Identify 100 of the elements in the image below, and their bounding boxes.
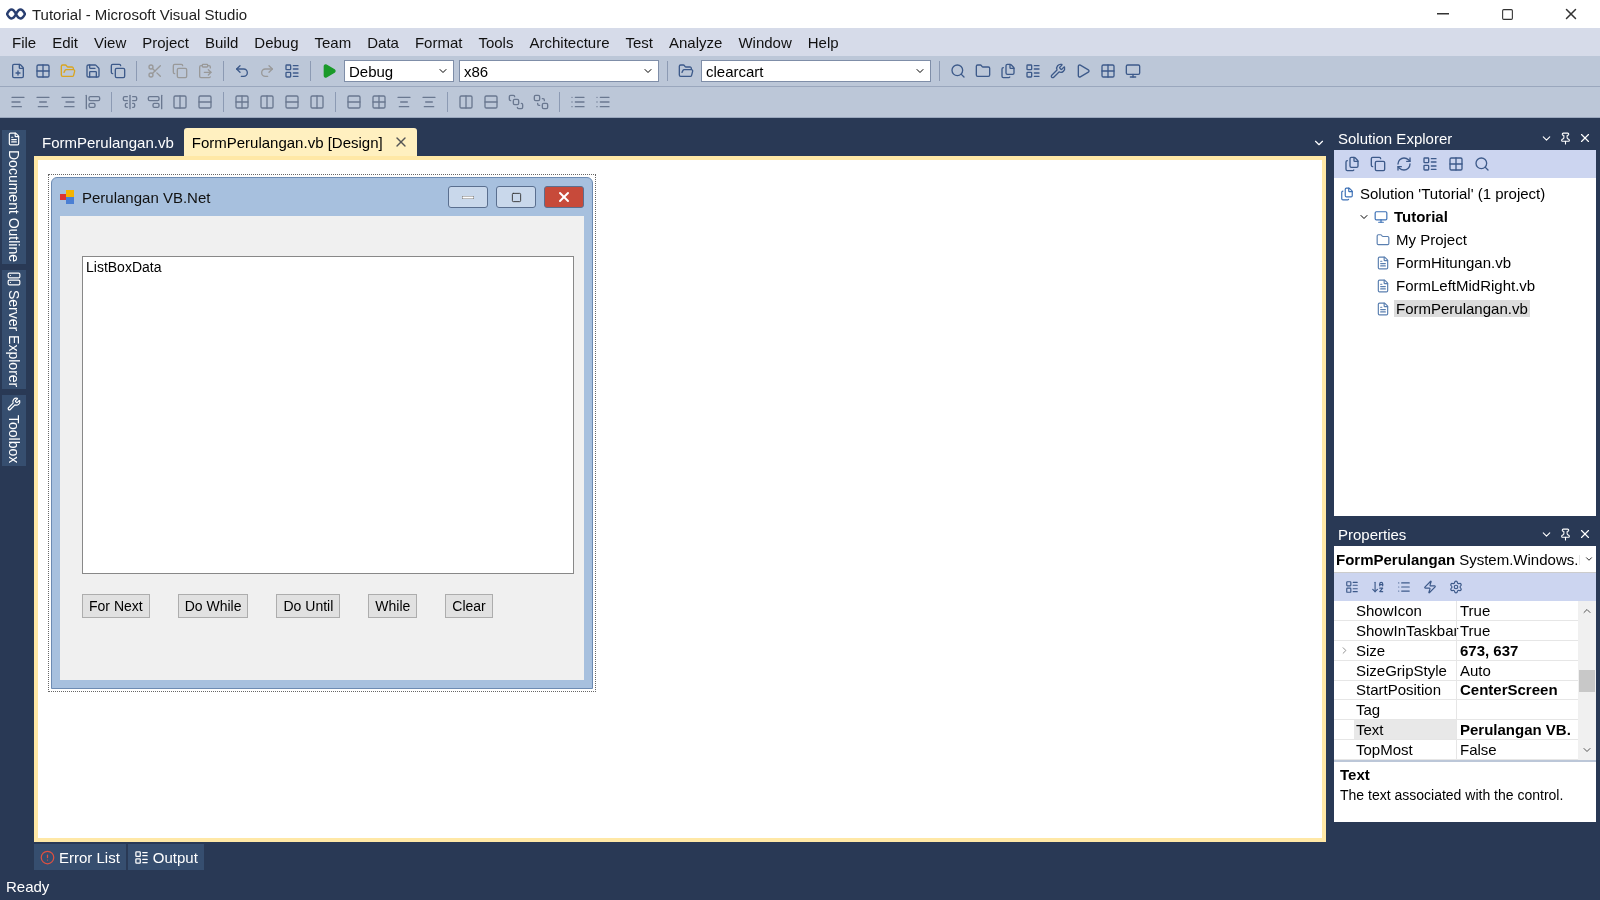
close-icon[interactable] (1578, 131, 1592, 145)
layout-icon[interactable] (170, 92, 190, 112)
toolbar-icon[interactable] (1048, 61, 1068, 81)
scroll-bar[interactable] (1578, 601, 1596, 760)
description-text: The text associated with the control. (1340, 787, 1565, 803)
menu-item[interactable]: Tools (470, 33, 522, 51)
menu-item[interactable]: Help (799, 33, 847, 51)
property-name[interactable]: SizeGripStyle (1354, 660, 1456, 680)
description-title: Text (1340, 766, 1371, 783)
menu-item[interactable]: Analyze (661, 33, 731, 51)
toolbar-icon[interactable] (1023, 61, 1043, 81)
toolbar-icon[interactable] (1123, 61, 1143, 81)
layout-icon[interactable] (531, 92, 551, 112)
wrench-icon (7, 397, 21, 412)
layout-icon[interactable] (120, 92, 140, 112)
layout-icon[interactable] (195, 92, 215, 112)
layout-icon[interactable] (257, 92, 277, 112)
menu-item[interactable]: Test (617, 33, 661, 51)
menu-item[interactable]: File (4, 33, 45, 51)
property-name[interactable]: Text (1354, 720, 1456, 740)
list-box[interactable]: ListBoxData (82, 256, 574, 574)
document-icon (7, 132, 21, 146)
close-icon (556, 189, 572, 205)
save-all-icon[interactable] (108, 61, 128, 81)
configuration-dropdown[interactable]: Debug (344, 60, 454, 82)
close-icon[interactable] (1578, 527, 1592, 541)
menu-item[interactable]: Edit (44, 33, 87, 51)
menu-item[interactable]: Project (134, 33, 197, 51)
navigate-icon[interactable] (282, 61, 302, 81)
project-icon (1374, 209, 1388, 224)
solution-icon (1340, 186, 1354, 201)
document-tab[interactable]: FormPerulangan.vb (34, 128, 182, 156)
toolbar-icon[interactable] (998, 61, 1018, 81)
tab-label[interactable]: Output (152, 848, 198, 866)
add-item-icon[interactable] (33, 61, 53, 81)
menu-item[interactable]: Architecture (521, 33, 618, 51)
layout-icon[interactable] (83, 92, 103, 112)
property-name[interactable]: TopMost (1354, 740, 1456, 759)
tree-item[interactable]: Tutorial (1392, 208, 1450, 225)
form-button[interactable]: Clear (445, 594, 493, 618)
error-icon (40, 849, 55, 865)
form-button[interactable]: While (368, 594, 418, 618)
layout-icon[interactable] (145, 92, 165, 112)
tree-item[interactable]: Solution 'Tutorial' (1 project) (1358, 185, 1548, 202)
tab-label[interactable]: Error List (59, 848, 120, 866)
toolbar-icon[interactable] (1368, 154, 1388, 174)
form-title: Perulangan VB.Net (82, 188, 212, 206)
maximize-icon (510, 191, 522, 203)
menu-item[interactable]: Team (306, 33, 360, 51)
menu-item[interactable]: Format (406, 33, 471, 51)
pin-icon[interactable] (1559, 527, 1572, 541)
menu-item[interactable]: Debug (246, 33, 307, 51)
layout-icon[interactable] (481, 92, 501, 112)
toolbar-icon[interactable] (1098, 61, 1118, 81)
platform-dropdown[interactable]: x86 (459, 60, 659, 82)
property-name[interactable]: ShowIcon (1354, 601, 1456, 620)
property-name[interactable]: Size (1354, 640, 1456, 660)
layout-icon[interactable] (282, 92, 302, 112)
form-button[interactable]: Do Until (276, 594, 341, 618)
tree-item[interactable]: FormHitungan.vb (1394, 254, 1514, 271)
folder-icon (1376, 232, 1390, 247)
maximize-button[interactable] (496, 186, 536, 208)
bottom-tab[interactable]: Error List (34, 844, 126, 870)
minimize-icon (1437, 13, 1449, 15)
form-button[interactable]: For Next (82, 594, 150, 618)
layout-icon[interactable] (307, 92, 327, 112)
toolbar-icon[interactable] (1446, 154, 1466, 174)
layout-icon[interactable] (344, 92, 364, 112)
layout-icon[interactable] (369, 92, 389, 112)
menu-item[interactable]: Build (196, 33, 247, 51)
layout-icon[interactable] (506, 92, 526, 112)
tree-item[interactable]: FormLeftMidRight.vb (1394, 277, 1538, 294)
menu-item[interactable]: Window (730, 33, 800, 51)
server-icon (7, 272, 21, 287)
layout-icon[interactable] (456, 92, 476, 112)
panel-title: Properties (1338, 525, 1408, 543)
save-icon[interactable] (83, 61, 103, 81)
toolbar-icon[interactable] (1420, 154, 1440, 174)
minimize-button[interactable] (448, 186, 488, 208)
menu-item[interactable]: View (86, 33, 135, 51)
layout-icon[interactable] (232, 92, 252, 112)
window-title: Tutorial - Microsoft Visual Studio (32, 5, 249, 23)
restore-icon (1500, 7, 1514, 21)
app-logo-icon (6, 8, 26, 20)
tree-item[interactable]: My Project (1394, 231, 1469, 248)
output-icon (133, 849, 149, 865)
document-tab[interactable]: FormPerulangan.vb [Design] (183, 128, 417, 156)
property-name[interactable]: Tag (1354, 700, 1456, 720)
pin-icon[interactable] (1559, 131, 1572, 145)
find-dropdown[interactable]: clearcart (701, 60, 931, 82)
caret-icon (1584, 554, 1594, 564)
tree-item[interactable]: FormPerulangan.vb (1394, 300, 1530, 317)
close-button[interactable] (544, 186, 584, 208)
menu-item[interactable]: Data (359, 33, 407, 51)
file-icon (1376, 301, 1390, 316)
property-name[interactable]: StartPosition (1354, 680, 1456, 700)
toolbar-icon[interactable] (1342, 154, 1362, 174)
toolbar-icon[interactable] (1394, 154, 1414, 174)
form-button[interactable]: Do While (177, 594, 249, 618)
bottom-tab[interactable]: Output (127, 844, 204, 870)
